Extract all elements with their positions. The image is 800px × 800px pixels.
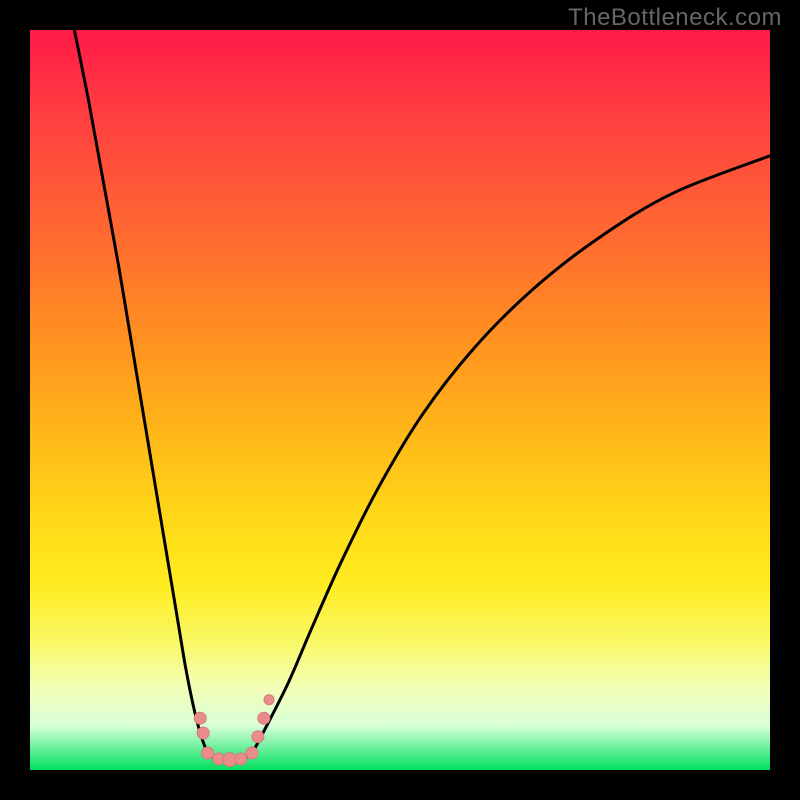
marker-right-cluster-lower xyxy=(246,747,258,759)
curve-left-branch xyxy=(74,30,207,754)
curve-right-branch xyxy=(252,156,770,754)
marker-group xyxy=(194,695,274,767)
plot-area xyxy=(30,30,770,770)
marker-right-cluster-mid xyxy=(252,731,264,743)
chart-frame: TheBottleneck.com xyxy=(0,0,800,800)
watermark-text: TheBottleneck.com xyxy=(568,4,782,32)
marker-right-cluster-top xyxy=(264,695,274,705)
marker-left-cluster-upper xyxy=(194,712,206,724)
marker-right-cluster-upper xyxy=(258,712,270,724)
curve-svg xyxy=(30,30,770,770)
marker-floor-3 xyxy=(235,753,247,765)
marker-left-cluster-lower xyxy=(202,747,214,759)
marker-left-cluster-upper2 xyxy=(197,727,209,739)
